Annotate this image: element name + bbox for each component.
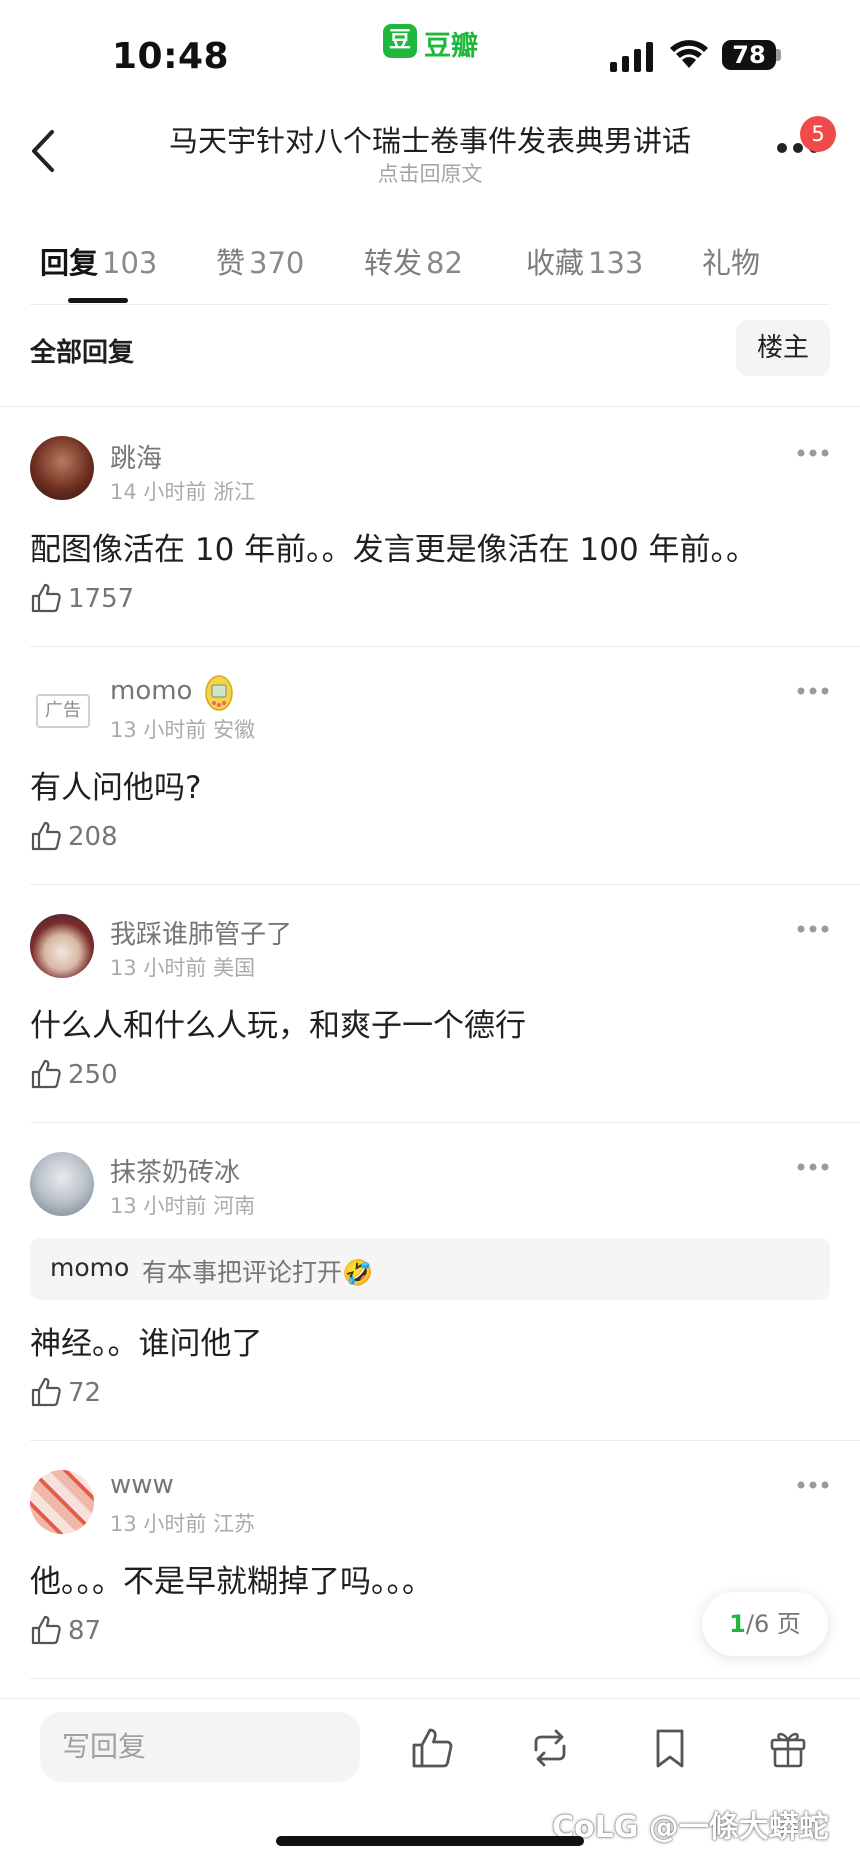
tab-count: 370 [249, 246, 305, 280]
battery-tip [776, 49, 781, 61]
tab-collections[interactable]: 收藏 133 [526, 240, 643, 282]
quoted-username: momo [50, 1253, 130, 1282]
tab-label: 回复 [40, 246, 99, 280]
avatar[interactable] [30, 1470, 94, 1534]
comment-divider [30, 1440, 860, 1441]
comment-meta: 13 小时前 美国 [110, 956, 256, 980]
thumb-up-icon[interactable] [30, 1614, 62, 1646]
avatar[interactable] [30, 436, 94, 500]
thumb-up-icon[interactable] [30, 820, 62, 852]
comment-more-icon[interactable] [796, 924, 830, 934]
watermark: CoLG @一條大蟒蛇 [552, 1810, 829, 1845]
comment-more-icon[interactable] [796, 1480, 830, 1490]
app-name: 豆瓣 [424, 31, 478, 62]
like-count: 250 [68, 1060, 118, 1090]
comment-more-icon[interactable] [796, 448, 830, 458]
thumb-up-icon[interactable] [30, 1058, 62, 1090]
all-replies-label[interactable]: 全部回复 [30, 332, 134, 369]
tab-reposts[interactable]: 转发 82 [364, 240, 463, 282]
reply-input[interactable]: 写回复 [40, 1712, 360, 1782]
active-tab-indicator [68, 298, 128, 303]
like-count: 1757 [68, 584, 135, 614]
comment-divider [30, 884, 860, 885]
tab-label: 礼物 [702, 246, 761, 280]
total-pages: /6 页 [745, 1610, 801, 1638]
like-count: 208 [68, 822, 118, 852]
thumb-up-icon[interactable] [30, 1376, 62, 1408]
notification-badge: 5 [800, 116, 836, 152]
battery-level: 78 [722, 40, 776, 70]
tamagotchi-badge-icon [205, 675, 233, 711]
avatar[interactable] [30, 914, 94, 978]
tab-label: 转发 [364, 246, 423, 280]
page-indicator[interactable]: 1/6 页 [702, 1592, 828, 1656]
comment-divider [30, 1122, 860, 1123]
comment-text: 他。。。不是早就糊掉了吗。。。 [30, 1564, 433, 1600]
back-to-original-link[interactable]: 点击回原文 [0, 158, 860, 188]
like-post-icon[interactable] [410, 1726, 454, 1770]
comment-meta: 13 小时前 河南 [110, 1194, 256, 1218]
tabs-divider [30, 304, 830, 305]
comment-username[interactable]: www [110, 1470, 174, 1500]
page-title[interactable]: 马天宇针对八个瑞士卷事件发表典男讲话 [0, 118, 860, 160]
douban-logo-icon: 豆 [383, 24, 417, 58]
comment-text: 有人问他吗? [30, 770, 202, 806]
quoted-reply[interactable]: momo 有本事把评论打开🤣 [30, 1238, 830, 1300]
comment-divider [30, 1678, 860, 1679]
status-time: 10:48 [112, 36, 230, 77]
quoted-text: 有本事把评论打开🤣 [142, 1258, 374, 1287]
comment-divider [30, 646, 860, 647]
tab-replies[interactable]: 回复 103 [40, 240, 157, 282]
comment-text: 什么人和什么人玩，和爽子一个德行 [30, 1008, 526, 1044]
comment-meta: 14 小时前 浙江 [110, 480, 256, 504]
bookmark-icon[interactable] [648, 1726, 692, 1770]
tab-count: 103 [102, 246, 158, 280]
comment-text: 配图像活在 10 年前。。发言更是像活在 100 年前。。 [30, 532, 758, 568]
comment-username[interactable]: 抹茶奶砖冰 [110, 1152, 240, 1189]
owner-only-button[interactable]: 楼主 [736, 320, 830, 376]
like-count: 87 [68, 1616, 102, 1646]
filter-divider [0, 406, 860, 407]
tab-gifts[interactable]: 礼物 [702, 240, 760, 282]
gift-icon[interactable] [766, 1726, 810, 1770]
current-page: 1 [729, 1610, 746, 1638]
comment-more-icon[interactable] [796, 686, 830, 696]
comment-text: 神经。。谁问他了 [30, 1326, 263, 1362]
tab-count: 82 [426, 246, 463, 280]
wifi-icon [670, 40, 708, 68]
comment-meta: 13 小时前 江苏 [110, 1512, 256, 1536]
comment-meta: 13 小时前 安徽 [110, 718, 256, 742]
home-indicator [276, 1836, 584, 1846]
comment-username[interactable]: momo [110, 676, 192, 706]
repost-icon[interactable] [528, 1726, 572, 1770]
tab-label: 收藏 [526, 246, 585, 280]
ad-label: 广告 [36, 694, 90, 728]
tab-count: 133 [588, 246, 644, 280]
like-count: 72 [68, 1378, 102, 1408]
avatar[interactable] [30, 1152, 94, 1216]
thumb-up-icon[interactable] [30, 582, 62, 614]
comment-username[interactable]: 我踩谁肺管子了 [110, 914, 292, 951]
comment-more-icon[interactable] [796, 1162, 830, 1172]
comment-username[interactable]: 跳海 [110, 438, 162, 475]
tab-label: 赞 [216, 246, 246, 280]
tab-likes[interactable]: 赞 370 [216, 240, 304, 282]
signal-icon [610, 42, 653, 72]
